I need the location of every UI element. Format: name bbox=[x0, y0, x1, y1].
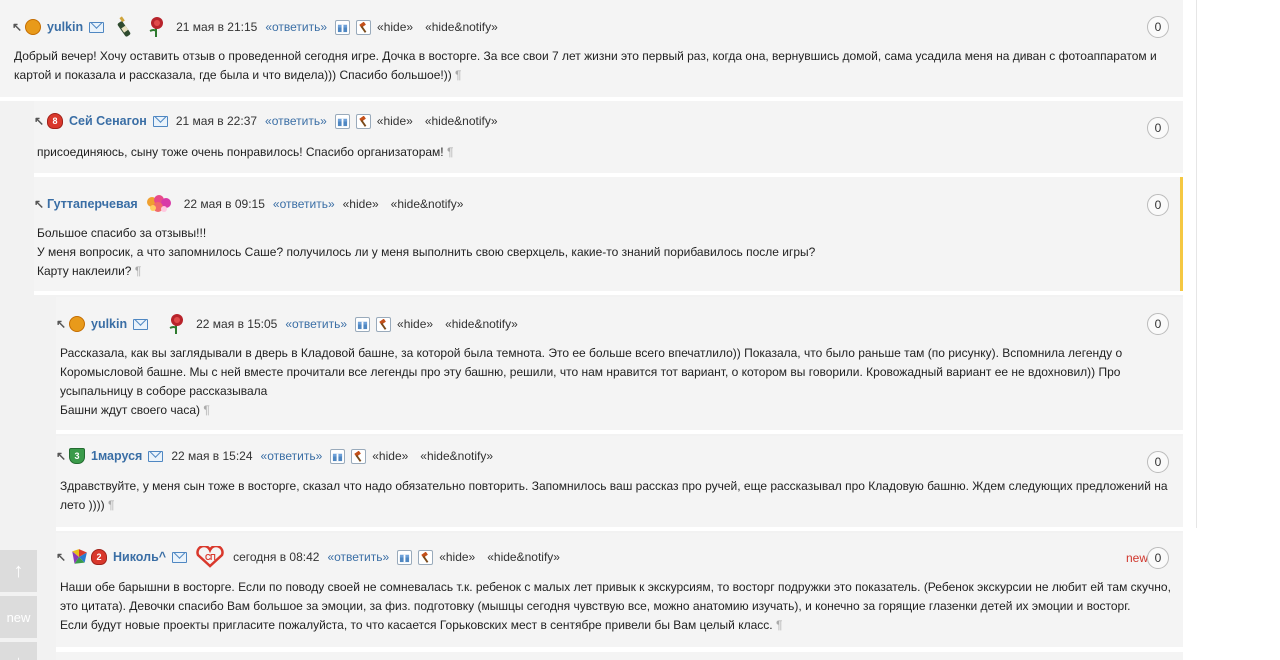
username[interactable]: 1маруся bbox=[91, 449, 142, 463]
comment-score[interactable]: 0 bbox=[1147, 313, 1169, 335]
next-new-button[interactable]: new bbox=[0, 596, 37, 638]
username[interactable]: Николь^ bbox=[113, 550, 166, 564]
message-icon[interactable] bbox=[133, 318, 149, 330]
gift-icon[interactable] bbox=[397, 549, 413, 565]
hammer-icon[interactable] bbox=[355, 113, 371, 129]
hide-link[interactable]: «hide» bbox=[397, 317, 433, 331]
reply-link[interactable]: «ответить» bbox=[265, 20, 327, 34]
user-rank-icon bbox=[69, 316, 85, 332]
message-icon[interactable] bbox=[89, 21, 105, 33]
comment: ↖ yulkin 22 мая в 15:05 «ответить» «hide… bbox=[56, 297, 1183, 430]
username[interactable]: yulkin bbox=[91, 317, 127, 331]
comment-score[interactable]: 0 bbox=[1147, 194, 1169, 216]
hide-notify-link[interactable]: «hide&notify» bbox=[425, 20, 498, 34]
new-marker: new bbox=[1125, 551, 1148, 565]
hammer-icon[interactable] bbox=[376, 316, 392, 332]
comment-time[interactable]: 21 мая в 22:37 bbox=[176, 114, 257, 128]
comment: ↖ 8 Сей Сенагон 21 мая в 22:37 «ответить… bbox=[34, 101, 1183, 173]
reply-link[interactable]: «ответить» bbox=[285, 317, 347, 331]
reply-link[interactable]: «ответить» bbox=[265, 114, 327, 128]
gift-icon[interactable] bbox=[335, 19, 351, 35]
comment: ↖ Гуттаперчевая 22 мая в 09:15 «ответить… bbox=[34, 177, 1183, 291]
next-comment-stub bbox=[56, 652, 1183, 660]
hide-notify-link[interactable]: «hide&notify» bbox=[420, 449, 493, 463]
parent-link-icon[interactable]: ↖ bbox=[56, 317, 66, 331]
hide-link[interactable]: «hide» bbox=[343, 197, 379, 211]
hide-link[interactable]: «hide» bbox=[372, 449, 408, 463]
hammer-icon[interactable] bbox=[351, 448, 367, 464]
username[interactable]: yulkin bbox=[47, 20, 83, 34]
hammer-icon[interactable] bbox=[356, 19, 372, 35]
user-rank-icon: 2 bbox=[91, 549, 107, 565]
username[interactable]: Сей Сенагон bbox=[69, 114, 147, 128]
comment-time[interactable]: 21 мая в 21:15 bbox=[176, 20, 257, 34]
comment-text: присоединяюсь, сыну тоже очень понравило… bbox=[37, 145, 454, 159]
champagne-gift-icon bbox=[117, 16, 131, 37]
comment-text: Большое спасибо за отзывы!!! У меня вопр… bbox=[37, 226, 816, 278]
scroll-down-button[interactable]: ↓ bbox=[0, 642, 37, 660]
comment: ↖ yulkin 21 мая в 21:15 «ответить» «hide… bbox=[0, 0, 1183, 97]
comment-time[interactable]: 22 мая в 15:24 bbox=[171, 449, 252, 463]
flowers-gift-icon bbox=[146, 195, 171, 212]
gift-icon[interactable] bbox=[355, 316, 371, 332]
comment-time[interactable]: 22 мая в 15:05 bbox=[196, 317, 277, 331]
reply-link[interactable]: «ответить» bbox=[327, 550, 389, 564]
message-icon[interactable] bbox=[172, 551, 188, 563]
heart-gift-icon: С П bbox=[196, 546, 224, 568]
user-rank-icon: 8 bbox=[47, 113, 63, 129]
hammer-icon[interactable] bbox=[418, 549, 434, 565]
hide-notify-link[interactable]: «hide&notify» bbox=[425, 114, 498, 128]
comment-score[interactable]: 0 bbox=[1147, 451, 1169, 473]
hide-link[interactable]: «hide» bbox=[377, 114, 413, 128]
comment-score[interactable]: 0 bbox=[1147, 547, 1169, 569]
comment: ↖ 2 Николь^ С П сегодня в 08:42 «ответит… bbox=[56, 533, 1183, 647]
colorful-badge-icon bbox=[72, 549, 87, 564]
gift-icon[interactable] bbox=[334, 113, 350, 129]
username[interactable]: Гуттаперчевая bbox=[47, 197, 138, 211]
comment-text: Наши обе барышни в восторге. Если по пов… bbox=[60, 580, 1171, 632]
comment: ↖ 3 1маруся 22 мая в 15:24 «ответить» «h… bbox=[56, 436, 1183, 527]
comment-text: Рассказала, как вы заглядывали в дверь в… bbox=[60, 346, 1123, 417]
page-divider bbox=[1196, 0, 1197, 528]
comment-feed: ↖ yulkin 21 мая в 21:15 «ответить» «hide… bbox=[0, 0, 1183, 660]
parent-link-icon[interactable]: ↖ bbox=[34, 197, 44, 211]
parent-link-icon[interactable]: ↖ bbox=[34, 114, 44, 128]
rose-gift-icon bbox=[169, 314, 184, 334]
parent-link-icon[interactable]: ↖ bbox=[56, 550, 66, 564]
reply-link[interactable]: «ответить» bbox=[261, 449, 323, 463]
rose-gift-icon bbox=[149, 17, 164, 37]
user-rank-icon bbox=[25, 19, 41, 35]
message-icon[interactable] bbox=[152, 115, 168, 127]
hide-link[interactable]: «hide» bbox=[439, 550, 475, 564]
gift-icon[interactable] bbox=[330, 448, 346, 464]
comment-time[interactable]: 22 мая в 09:15 bbox=[184, 197, 265, 211]
user-rank-icon: 3 bbox=[69, 448, 85, 464]
comment-time[interactable]: сегодня в 08:42 bbox=[233, 550, 319, 564]
comment-score[interactable]: 0 bbox=[1147, 16, 1169, 38]
comment-score[interactable]: 0 bbox=[1147, 117, 1169, 139]
hide-notify-link[interactable]: «hide&notify» bbox=[391, 197, 464, 211]
hide-link[interactable]: «hide» bbox=[377, 20, 413, 34]
comment-text: Здравствуйте, у меня сын тоже в восторге… bbox=[60, 479, 1168, 512]
comment-text: Добрый вечер! Хочу оставить отзыв о пров… bbox=[14, 49, 1157, 82]
parent-link-icon[interactable]: ↖ bbox=[12, 20, 22, 34]
message-icon[interactable] bbox=[148, 450, 164, 462]
parent-link-icon[interactable]: ↖ bbox=[56, 449, 66, 463]
reply-link[interactable]: «ответить» bbox=[273, 197, 335, 211]
scroll-up-button[interactable]: ↑ bbox=[0, 550, 37, 592]
svg-text:П: П bbox=[210, 553, 216, 562]
hide-notify-link[interactable]: «hide&notify» bbox=[445, 317, 518, 331]
hide-notify-link[interactable]: «hide&notify» bbox=[487, 550, 560, 564]
